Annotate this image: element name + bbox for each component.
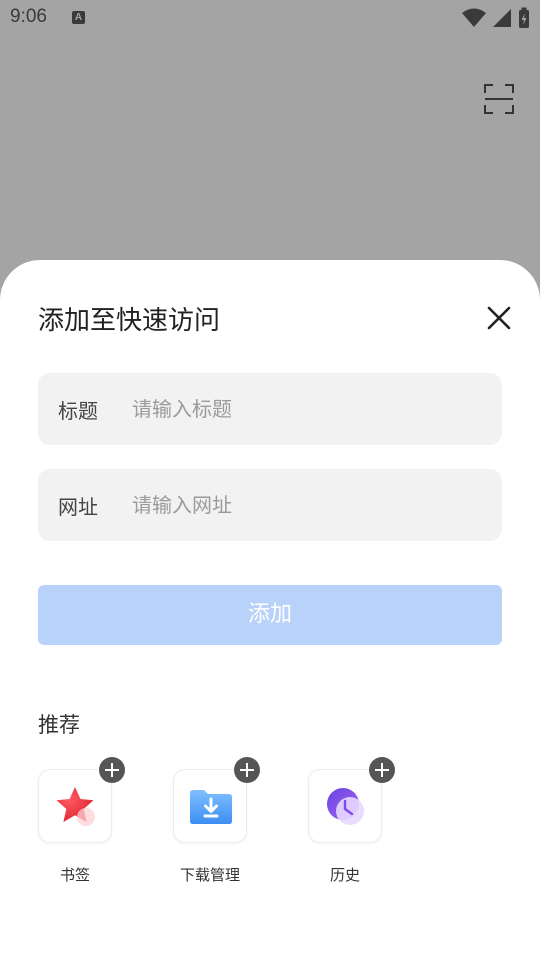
add-downloads-icon[interactable] (234, 757, 260, 783)
recommend-item-bookmarks[interactable]: 书签 (38, 757, 148, 889)
title-field[interactable]: 标题 (38, 373, 502, 445)
status-bar: 9:06 A (0, 0, 540, 36)
url-input[interactable] (132, 483, 482, 527)
status-time: 9:06 (10, 6, 47, 27)
bookmarks-label: 书签 (59, 866, 90, 884)
sheet-title: 添加至快速访问 (38, 306, 221, 336)
recommend-title: 推荐 (38, 713, 80, 737)
recommend-item-downloads[interactable]: 下载管理 (173, 757, 283, 889)
history-label: 历史 (329, 866, 360, 884)
history-clock-icon (327, 788, 364, 825)
add-button[interactable]: 添加 (38, 585, 502, 645)
add-bookmarks-icon[interactable] (99, 757, 125, 783)
notification-icon: A (72, 11, 85, 24)
url-field-label: 网址 (58, 495, 98, 519)
bookmarks-tile[interactable] (38, 769, 112, 843)
add-history-icon[interactable] (369, 757, 395, 783)
scan-icon[interactable] (484, 84, 514, 114)
download-folder-icon (190, 790, 232, 824)
recommend-item-history[interactable]: 历史 (308, 757, 418, 889)
quick-access-sheet: 添加至快速访问 标题 网址 添加 推荐 书签 (0, 260, 540, 960)
url-field[interactable]: 网址 (38, 469, 502, 541)
wifi-icon (462, 8, 486, 27)
status-icons (462, 7, 530, 29)
star-icon (56, 787, 95, 826)
battery-icon (519, 7, 529, 28)
title-input[interactable] (132, 387, 482, 431)
history-tile[interactable] (308, 769, 382, 843)
downloads-tile[interactable] (173, 769, 247, 843)
title-field-label: 标题 (58, 399, 98, 423)
close-icon[interactable] (485, 304, 513, 332)
downloads-label: 下载管理 (179, 866, 240, 884)
signal-icon (493, 9, 511, 27)
